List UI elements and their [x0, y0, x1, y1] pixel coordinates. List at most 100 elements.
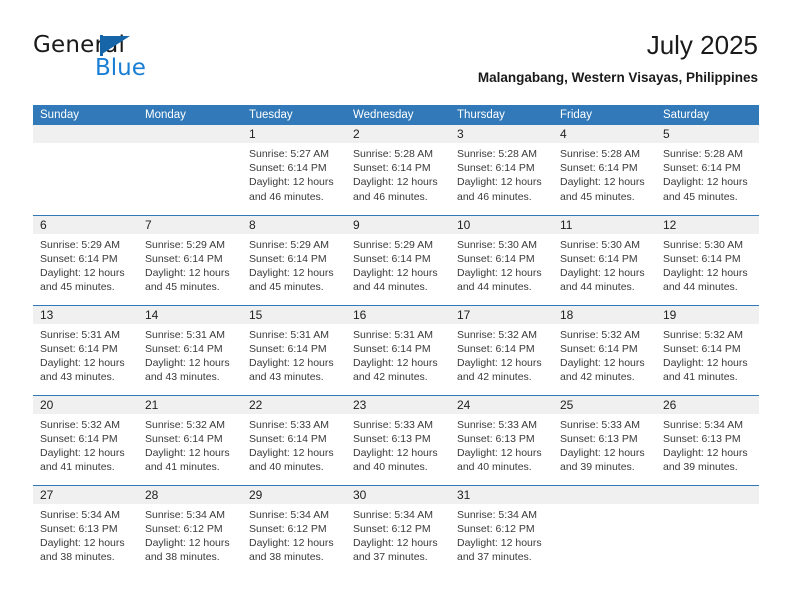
calendar-day-cell[interactable]: 27 Sunrise: 5:34 AM Sunset: 6:13 PM Dayligh…	[33, 484, 138, 575]
daylight-text: Daylight: 12 hours and 44 minutes.	[560, 266, 645, 294]
day-number: 7	[138, 215, 242, 234]
calendar-day-cell[interactable]: 29 Sunrise: 5:34 AM Sunset: 6:12 PM Dayligh…	[242, 484, 346, 575]
calendar-day-cell[interactable]: 6 Sunrise: 5:29 AM Sunset: 6:14 PM Daylight…	[33, 214, 138, 305]
day-details: Sunrise: 5:32 AM Sunset: 6:14 PM Daylight:…	[553, 324, 656, 385]
sunset-text: Sunset: 6:13 PM	[663, 432, 741, 445]
calendar-day-cell[interactable]: 15 Sunrise: 5:31 AM Sunset: 6:14 PM Dayligh…	[242, 304, 346, 395]
calendar-table: Sunday Monday Tuesday Wednesday Thursday…	[33, 105, 759, 575]
day-details: Sunrise: 5:32 AM Sunset: 6:14 PM Daylight:…	[33, 414, 138, 475]
sunset-text: Sunset: 6:14 PM	[40, 432, 118, 445]
day-details: Sunrise: 5:34 AM Sunset: 6:12 PM Daylight:…	[138, 504, 242, 565]
sunrise-text: Sunrise: 5:28 AM	[663, 148, 743, 160]
day-details: Sunrise: 5:33 AM Sunset: 6:14 PM Daylight:…	[242, 414, 346, 475]
sunrise-text: Sunrise: 5:28 AM	[353, 148, 433, 160]
day-details: Sunrise: 5:28 AM Sunset: 6:14 PM Daylight:…	[346, 143, 450, 204]
calendar-day-cell[interactable]: 14 Sunrise: 5:31 AM Sunset: 6:14 PM Dayligh…	[138, 304, 242, 395]
day-details: Sunrise: 5:30 AM Sunset: 6:14 PM Daylight:…	[450, 234, 553, 295]
sunset-text: Sunset: 6:14 PM	[249, 252, 327, 265]
calendar-day-cell[interactable]: 23 Sunrise: 5:33 AM Sunset: 6:13 PM Dayligh…	[346, 394, 450, 485]
calendar-day-cell[interactable]: 8 Sunrise: 5:29 AM Sunset: 6:14 PM Daylight…	[242, 214, 346, 305]
sunset-text: Sunset: 6:13 PM	[353, 432, 431, 445]
day-details: Sunrise: 5:31 AM Sunset: 6:14 PM Daylight:…	[346, 324, 450, 385]
general-blue-logo[interactable]: General Blue	[33, 32, 233, 88]
daylight-text: Daylight: 12 hours and 46 minutes.	[249, 176, 334, 203]
daylight-text: Daylight: 12 hours and 41 minutes.	[663, 356, 748, 384]
page-title: July 2025	[646, 30, 758, 60]
sunrise-text: Sunrise: 5:31 AM	[40, 328, 120, 341]
day-details: Sunrise: 5:33 AM Sunset: 6:13 PM Daylight:…	[450, 414, 553, 475]
calendar-day-cell[interactable]: 22 Sunrise: 5:33 AM Sunset: 6:14 PM Dayligh…	[242, 394, 346, 485]
sunset-text: Sunset: 6:14 PM	[457, 252, 535, 265]
day-details: Sunrise: 5:28 AM Sunset: 6:14 PM Daylight:…	[656, 143, 759, 204]
day-details: Sunrise: 5:28 AM Sunset: 6:14 PM Daylight:…	[450, 143, 553, 204]
weekday-header-monday: Monday	[138, 105, 242, 125]
daylight-text: Daylight: 12 hours and 45 minutes.	[560, 176, 645, 203]
calendar-day-cell[interactable]: 31 Sunrise: 5:34 AM Sunset: 6:12 PM Dayligh…	[450, 484, 553, 575]
sunset-text: Sunset: 6:14 PM	[353, 162, 431, 175]
calendar-day-cell[interactable]: 24 Sunrise: 5:33 AM Sunset: 6:13 PM Dayligh…	[450, 394, 553, 485]
calendar-day-cell[interactable]: 20 Sunrise: 5:32 AM Sunset: 6:14 PM Dayligh…	[33, 394, 138, 485]
day-details: Sunrise: 5:31 AM Sunset: 6:14 PM Daylight:…	[138, 324, 242, 385]
calendar-day-cell[interactable]: 4 Sunrise: 5:28 AM Sunset: 6:14 PM Daylight…	[553, 125, 656, 215]
day-details: Sunrise: 5:32 AM Sunset: 6:14 PM Daylight:…	[656, 324, 759, 385]
daylight-text: Daylight: 12 hours and 42 minutes.	[353, 356, 438, 384]
sunrise-text: Sunrise: 5:34 AM	[249, 508, 329, 521]
weekday-header-thursday: Thursday	[450, 105, 553, 125]
calendar-day-cell[interactable]: 1 Sunrise: 5:27 AM Sunset: 6:14 PM Daylight…	[242, 125, 346, 215]
day-details: Sunrise: 5:27 AM Sunset: 6:14 PM Daylight:…	[242, 143, 346, 204]
calendar-day-cell[interactable]: 19 Sunrise: 5:32 AM Sunset: 6:14 PM Dayligh…	[656, 304, 759, 395]
day-number: 4	[553, 125, 656, 143]
sunrise-text: Sunrise: 5:31 AM	[145, 328, 225, 341]
day-number: 8	[242, 215, 346, 234]
calendar-day-cell[interactable]: 18 Sunrise: 5:32 AM Sunset: 6:14 PM Dayligh…	[553, 304, 656, 395]
calendar-day-cell[interactable]: 21 Sunrise: 5:32 AM Sunset: 6:14 PM Dayligh…	[138, 394, 242, 485]
weekday-header-tuesday: Tuesday	[242, 105, 346, 125]
sunset-text: Sunset: 6:14 PM	[40, 342, 118, 355]
calendar-day-cell[interactable]: 28 Sunrise: 5:34 AM Sunset: 6:12 PM Dayligh…	[138, 484, 242, 575]
daylight-text: Daylight: 12 hours and 46 minutes.	[353, 176, 438, 203]
sunrise-text: Sunrise: 5:34 AM	[663, 418, 743, 431]
day-number: 15	[242, 305, 346, 324]
sunrise-text: Sunrise: 5:33 AM	[560, 418, 640, 431]
daylight-text: Daylight: 12 hours and 38 minutes.	[145, 536, 230, 564]
page-header: General Blue July 2025 Malangabang, West…	[33, 28, 758, 98]
calendar-week-row: 20 Sunrise: 5:32 AM Sunset: 6:14 PM Dayligh…	[33, 394, 759, 485]
sunrise-text: Sunrise: 5:34 AM	[353, 508, 433, 521]
day-number: 24	[450, 395, 553, 414]
daylight-text: Daylight: 12 hours and 44 minutes.	[457, 266, 542, 294]
day-number: 5	[656, 125, 759, 143]
sunset-text: Sunset: 6:14 PM	[663, 342, 741, 355]
sunrise-text: Sunrise: 5:28 AM	[457, 148, 537, 160]
daylight-text: Daylight: 12 hours and 45 minutes.	[249, 266, 334, 294]
day-details: Sunrise: 5:32 AM Sunset: 6:14 PM Daylight:…	[138, 414, 242, 475]
day-details: Sunrise: 5:31 AM Sunset: 6:14 PM Daylight:…	[33, 324, 138, 385]
day-details: Sunrise: 5:32 AM Sunset: 6:14 PM Daylight:…	[450, 324, 553, 385]
calendar-day-cell[interactable]: 11 Sunrise: 5:30 AM Sunset: 6:14 PM Dayligh…	[553, 214, 656, 305]
day-details: Sunrise: 5:33 AM Sunset: 6:13 PM Daylight:…	[553, 414, 656, 475]
sunrise-text: Sunrise: 5:34 AM	[40, 508, 120, 521]
daylight-text: Daylight: 12 hours and 37 minutes.	[353, 536, 438, 564]
logo-flag-icon	[102, 36, 130, 54]
sunset-text: Sunset: 6:14 PM	[353, 252, 431, 265]
weekday-header-friday: Friday	[553, 105, 656, 125]
calendar-day-cell[interactable]: 12 Sunrise: 5:30 AM Sunset: 6:14 PM Dayligh…	[656, 214, 759, 305]
sunset-text: Sunset: 6:14 PM	[457, 342, 535, 355]
calendar-day-cell[interactable]: 25 Sunrise: 5:33 AM Sunset: 6:13 PM Dayligh…	[553, 394, 656, 485]
calendar-day-cell[interactable]: 13 Sunrise: 5:31 AM Sunset: 6:14 PM Dayligh…	[33, 304, 138, 395]
calendar-day-cell[interactable]: 30 Sunrise: 5:34 AM Sunset: 6:12 PM Dayligh…	[346, 484, 450, 575]
calendar-day-cell[interactable]: 26 Sunrise: 5:34 AM Sunset: 6:13 PM Dayligh…	[656, 394, 759, 485]
calendar-day-cell[interactable]: 17 Sunrise: 5:32 AM Sunset: 6:14 PM Dayligh…	[450, 304, 553, 395]
calendar-week-row: 13 Sunrise: 5:31 AM Sunset: 6:14 PM Dayligh…	[33, 304, 759, 395]
calendar-day-cell[interactable]: 2 Sunrise: 5:28 AM Sunset: 6:14 PM Daylight…	[346, 125, 450, 215]
calendar-day-cell[interactable]: 9 Sunrise: 5:29 AM Sunset: 6:14 PM Daylight…	[346, 214, 450, 305]
sunrise-text: Sunrise: 5:29 AM	[249, 238, 329, 251]
calendar-day-cell[interactable]: 5 Sunrise: 5:28 AM Sunset: 6:14 PM Daylight…	[656, 125, 759, 215]
sunrise-text: Sunrise: 5:29 AM	[40, 238, 120, 251]
day-details: Sunrise: 5:34 AM Sunset: 6:13 PM Daylight:…	[656, 414, 759, 475]
calendar-day-cell[interactable]: 7 Sunrise: 5:29 AM Sunset: 6:14 PM Daylight…	[138, 214, 242, 305]
sunset-text: Sunset: 6:12 PM	[145, 522, 223, 535]
calendar-day-cell[interactable]: 10 Sunrise: 5:30 AM Sunset: 6:14 PM Dayligh…	[450, 214, 553, 305]
sunset-text: Sunset: 6:14 PM	[457, 162, 535, 175]
calendar-day-cell[interactable]: 3 Sunrise: 5:28 AM Sunset: 6:14 PM Daylight…	[450, 125, 553, 215]
calendar-day-cell[interactable]: 16 Sunrise: 5:31 AM Sunset: 6:14 PM Dayligh…	[346, 304, 450, 395]
